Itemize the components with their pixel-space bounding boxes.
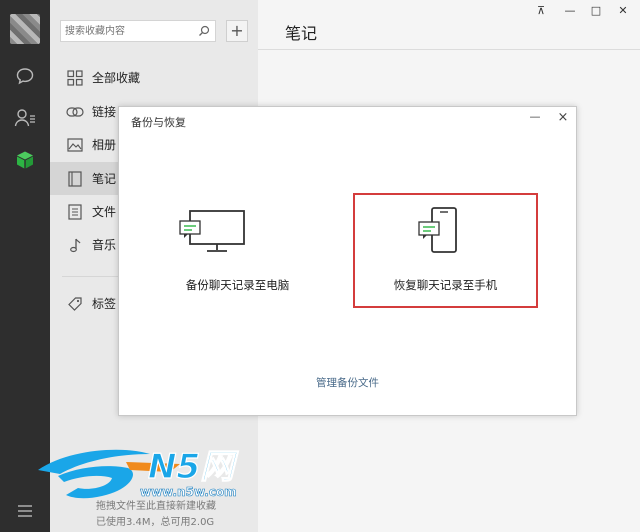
manage-backup-files-link[interactable]: 管理备份文件 [118,375,577,390]
nav-item-label: 相册 [92,138,117,152]
favorites-cube-icon[interactable] [13,148,37,172]
watermark-url: www.n5w.com [140,485,237,499]
page-title: 笔记 [285,24,318,43]
grid-icon [63,69,87,86]
minimize-button[interactable]: — [559,2,581,20]
nav-item-label: 笔记 [92,172,117,186]
music-icon [63,237,87,253]
nav-item-label: 全部收藏 [92,71,141,85]
nav-item-label: 链接 [92,105,117,119]
dialog-title: 备份与恢复 [131,116,186,129]
storage-usage-text: 已使用3.4M，总可用2.0G [96,517,215,528]
backup-to-pc-option[interactable]: 备份聊天记录至电脑 [150,195,325,305]
nav-item-label: 音乐 [92,238,117,252]
contacts-icon[interactable] [13,106,37,130]
search-box [60,20,216,42]
nav-item-label: 标签 [92,297,117,311]
chat-bubble-icon[interactable] [13,64,37,88]
nav-item-label: 文件 [92,205,117,219]
backup-option-label: 备份聊天记录至电脑 [185,278,290,292]
watermark-brand: N5网 [148,447,239,487]
file-icon [63,203,87,220]
tag-icon [63,296,87,312]
avatar[interactable] [10,14,40,44]
search-icon[interactable] [196,23,212,39]
image-icon [63,137,87,152]
link-icon [63,106,87,118]
restore-option-label: 恢复聊天记录至手机 [393,278,498,292]
nav-item-all-favorites[interactable]: 全部收藏 [50,61,258,94]
pin-button[interactable]: ⊼ [530,2,552,20]
note-icon [63,170,87,187]
add-favorite-button[interactable]: + [226,20,248,42]
search-input[interactable] [65,23,191,39]
dialog-minimize-button[interactable]: — [527,110,543,126]
header-divider [258,49,640,50]
site-watermark-logo: N5网 www.n5w.com [30,440,310,510]
maximize-button[interactable]: □ [585,2,607,20]
phone-icon [418,207,457,253]
monitor-icon [179,210,245,252]
dialog-close-button[interactable]: × [555,110,571,126]
close-button[interactable]: ✕ [612,2,634,20]
restore-to-phone-option[interactable]: 恢复聊天记录至手机 [353,193,538,308]
